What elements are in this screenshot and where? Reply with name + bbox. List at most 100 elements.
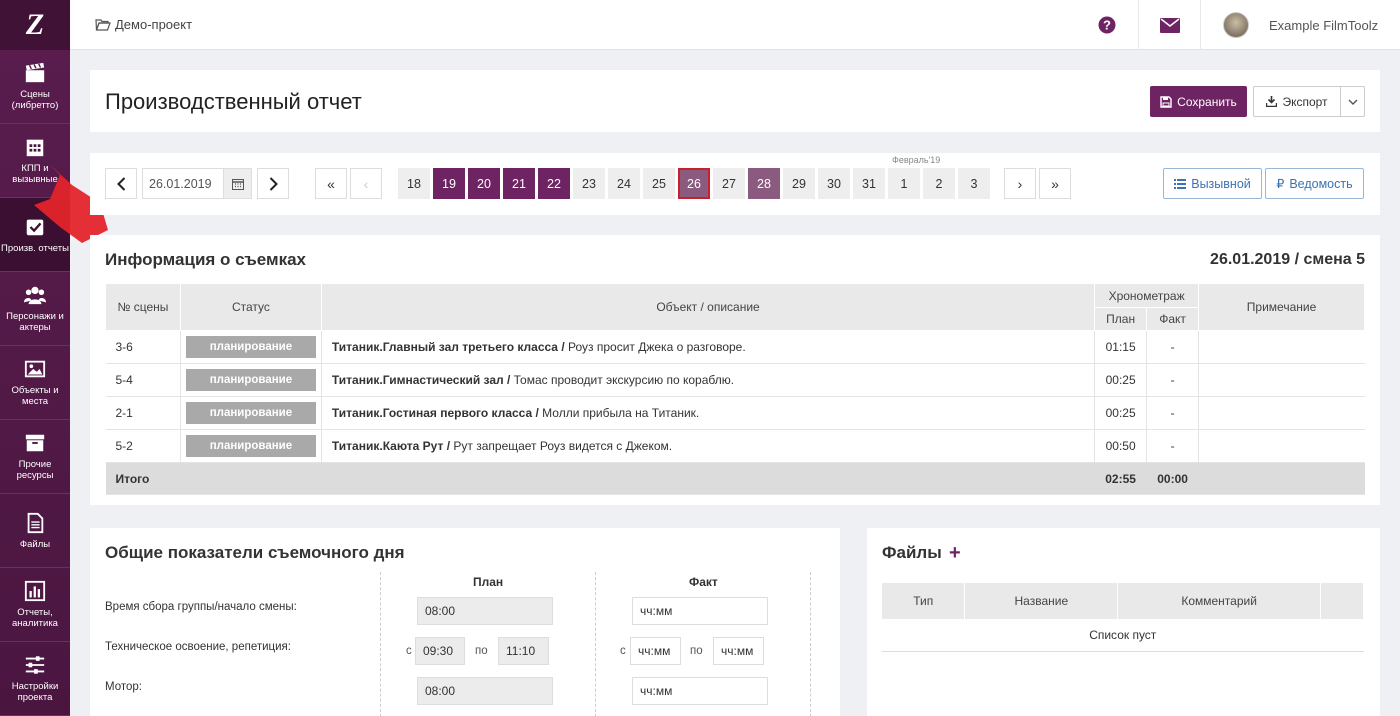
- day-24[interactable]: 24: [608, 168, 640, 199]
- help-button[interactable]: ?: [1076, 0, 1138, 50]
- breadcrumb[interactable]: Демо-проект: [95, 17, 192, 32]
- note-cell[interactable]: [1198, 429, 1365, 463]
- col-plan: План: [1094, 307, 1148, 331]
- sidebar-item-analytics[interactable]: Отчеты, аналитика: [0, 568, 70, 642]
- messages-button[interactable]: [1138, 0, 1200, 50]
- day-19[interactable]: 19: [433, 168, 465, 199]
- rehearsal-plan-from[interactable]: 09:30: [415, 637, 465, 665]
- day-2[interactable]: 2: [923, 168, 955, 199]
- page-header: Производственный отчет Сохранить Экспорт: [90, 70, 1380, 132]
- motor-fact[interactable]: чч:мм: [632, 677, 768, 705]
- export-dropdown-toggle[interactable]: [1341, 99, 1364, 105]
- day-20[interactable]: 20: [468, 168, 500, 199]
- fact-time[interactable]: -: [1146, 363, 1199, 397]
- table-row[interactable]: 3-6 планирование Титаник.Главный зал треть…: [105, 330, 1365, 364]
- next-page-button[interactable]: ›: [1004, 168, 1036, 199]
- download-icon: [1266, 96, 1278, 107]
- day-31[interactable]: 31: [853, 168, 885, 199]
- user-menu[interactable]: Example FilmToolz: [1200, 0, 1400, 50]
- scene-number[interactable]: 2-1: [105, 396, 181, 430]
- add-file-button[interactable]: +: [949, 542, 961, 565]
- day-23[interactable]: 23: [573, 168, 605, 199]
- sidebar-item-label: Сцены (либретто): [11, 89, 59, 111]
- status-badge[interactable]: планирование: [185, 435, 316, 457]
- sidebar-item-actors[interactable]: Персонажи и актеры: [0, 272, 70, 346]
- scenes-table: № сцены Статус Объект / описание Хрономе…: [105, 283, 1365, 495]
- statement-button[interactable]: ₽ Ведомость: [1265, 168, 1364, 199]
- fact-time[interactable]: -: [1146, 429, 1199, 463]
- first-page-button[interactable]: «: [315, 168, 347, 199]
- day-1[interactable]: 1: [888, 168, 920, 199]
- save-button-label: Сохранить: [1177, 94, 1237, 109]
- prev-date-button[interactable]: [105, 168, 137, 199]
- prev-page-button[interactable]: ‹: [350, 168, 382, 199]
- day-29[interactable]: 29: [783, 168, 815, 199]
- svg-text:?: ?: [1103, 18, 1111, 33]
- files-panel: Файлы + Тип Название Комментарий Список …: [867, 528, 1380, 716]
- fact-header: Факт: [689, 575, 718, 589]
- scene-number[interactable]: 3-6: [105, 330, 181, 364]
- sidebar-item-settings[interactable]: Настройки проекта: [0, 642, 70, 716]
- plan-time: 00:50: [1094, 429, 1147, 463]
- note-cell[interactable]: [1198, 330, 1365, 364]
- date-input[interactable]: 26.01.2019: [142, 168, 252, 199]
- ruble-icon: ₽: [1276, 177, 1285, 191]
- object-name: Титаник.Гимнастический зал /: [331, 373, 511, 387]
- call-sheet-button[interactable]: Вызывной: [1163, 168, 1262, 199]
- day-26[interactable]: 26: [678, 168, 710, 199]
- envelope-icon: [1159, 17, 1180, 33]
- crew-time-label: Время сбора группы/начало смены:: [105, 601, 297, 613]
- floppy-icon: [1160, 95, 1172, 108]
- question-icon: ?: [1098, 16, 1116, 34]
- sidebar-item-resources[interactable]: Прочие ресурсы: [0, 420, 70, 494]
- sidebar-item-label: Объекты и места: [11, 385, 59, 407]
- table-row[interactable]: 2-1 планирование Титаник.Гостиная первого …: [105, 396, 1365, 430]
- table-row[interactable]: 5-4 планирование Титаник.Гимнастический за…: [105, 363, 1365, 397]
- status-badge[interactable]: планирование: [185, 369, 316, 391]
- next-date-button[interactable]: [257, 168, 289, 199]
- avatar: [1223, 12, 1249, 38]
- sidebar-item-scenes[interactable]: Сцены (либретто): [0, 50, 70, 124]
- app-logo[interactable]: Z: [0, 0, 70, 50]
- rehearsal-fact-to[interactable]: чч:мм: [713, 637, 764, 665]
- save-button[interactable]: Сохранить: [1150, 86, 1247, 117]
- sidebar-item-locations[interactable]: Объекты и места: [0, 346, 70, 420]
- status-cell: планирование: [179, 330, 322, 364]
- fact-time[interactable]: -: [1146, 330, 1199, 364]
- scene-number[interactable]: 5-2: [105, 429, 181, 463]
- sidebar-item-files[interactable]: Файлы: [0, 494, 70, 568]
- motor-label: Мотор:: [105, 681, 142, 693]
- table-row[interactable]: 5-2 планирование Титаник.Каюта Рут / Рут з…: [105, 429, 1365, 463]
- day-30[interactable]: 30: [818, 168, 850, 199]
- image-icon: [24, 360, 46, 378]
- status-badge[interactable]: планирование: [185, 336, 316, 358]
- plan-header: План: [473, 575, 504, 589]
- day-27[interactable]: 27: [713, 168, 745, 199]
- scene-number[interactable]: 5-4: [105, 363, 181, 397]
- status-cell: планирование: [179, 396, 322, 430]
- day-3[interactable]: 3: [958, 168, 990, 199]
- rehearsal-plan-to[interactable]: 11:10: [498, 637, 549, 665]
- day-22[interactable]: 22: [538, 168, 570, 199]
- note-cell[interactable]: [1198, 396, 1365, 430]
- day-28[interactable]: 28: [748, 168, 780, 199]
- last-page-button[interactable]: »: [1039, 168, 1071, 199]
- col-scene: № сцены: [105, 283, 181, 331]
- scene-description: Роуз просит Джека о разговоре.: [564, 340, 746, 354]
- day-25[interactable]: 25: [643, 168, 675, 199]
- motor-plan[interactable]: 08:00: [417, 677, 553, 705]
- fact-time[interactable]: -: [1146, 396, 1199, 430]
- date-navigator: 26.01.2019 « ‹ Февраль'19 18 19 20 21 22 23 24…: [90, 153, 1380, 215]
- calendar-picker-icon[interactable]: [223, 169, 251, 198]
- rehearsal-fact-from[interactable]: чч:мм: [630, 637, 681, 665]
- crew-time-plan[interactable]: 08:00: [417, 597, 553, 625]
- note-cell[interactable]: [1198, 363, 1365, 397]
- scene-description: Рут запрещает Роуз видется с Джеком.: [450, 439, 673, 453]
- day-21[interactable]: 21: [503, 168, 535, 199]
- col-timing: Хронометраж: [1094, 283, 1200, 308]
- from-label: с: [406, 645, 412, 657]
- day-18[interactable]: 18: [398, 168, 430, 199]
- crew-time-fact[interactable]: чч:мм: [632, 597, 768, 625]
- status-badge[interactable]: планирование: [185, 402, 316, 424]
- export-button[interactable]: Экспорт: [1254, 87, 1341, 116]
